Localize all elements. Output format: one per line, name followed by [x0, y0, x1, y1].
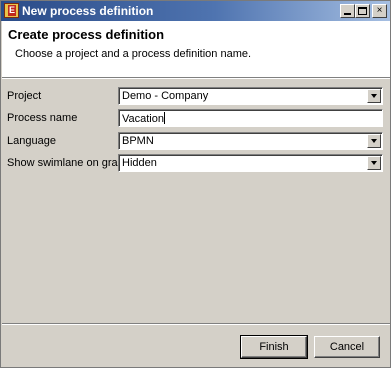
maximize-button[interactable] — [355, 4, 370, 18]
chevron-down-icon[interactable] — [367, 89, 381, 103]
window-title: New process definition — [22, 4, 154, 18]
text-caret — [164, 112, 165, 124]
minimize-button[interactable] — [340, 4, 355, 18]
title-bar[interactable]: E New process definition × — [1, 1, 390, 21]
page-description: Choose a project and a process definitio… — [15, 48, 252, 60]
process-name-value: Vacation — [122, 113, 164, 125]
language-value: BPMN — [122, 135, 154, 147]
footer-divider — [2, 323, 390, 325]
chevron-down-icon[interactable] — [367, 134, 381, 148]
language-label: Language — [7, 135, 56, 147]
finish-button[interactable]: Finish — [240, 335, 308, 359]
swimlane-value: Hidden — [122, 157, 157, 169]
maximize-icon — [358, 7, 367, 15]
process-name-label: Process name — [7, 112, 78, 124]
project-combo[interactable]: Demo - Company — [118, 87, 383, 105]
dialog-window: E New process definition × Create proces… — [0, 0, 391, 368]
process-name-input[interactable]: Vacation — [118, 109, 383, 127]
swimlane-label: Show swimlane on graph — [7, 157, 130, 169]
project-value: Demo - Company — [122, 90, 209, 102]
wizard-header: Create process definition Choose a proje… — [2, 21, 390, 77]
header-divider — [2, 77, 390, 79]
app-icon: E — [4, 3, 19, 18]
page-title: Create process definition — [8, 27, 165, 42]
minimize-icon — [344, 13, 351, 15]
chevron-down-icon[interactable] — [367, 156, 381, 170]
cancel-button[interactable]: Cancel — [314, 336, 380, 358]
project-label: Project — [7, 90, 42, 102]
language-combo[interactable]: BPMN — [118, 132, 383, 150]
close-icon: × — [376, 5, 383, 16]
swimlane-combo[interactable]: Hidden — [118, 154, 383, 172]
close-button[interactable]: × — [372, 4, 387, 18]
